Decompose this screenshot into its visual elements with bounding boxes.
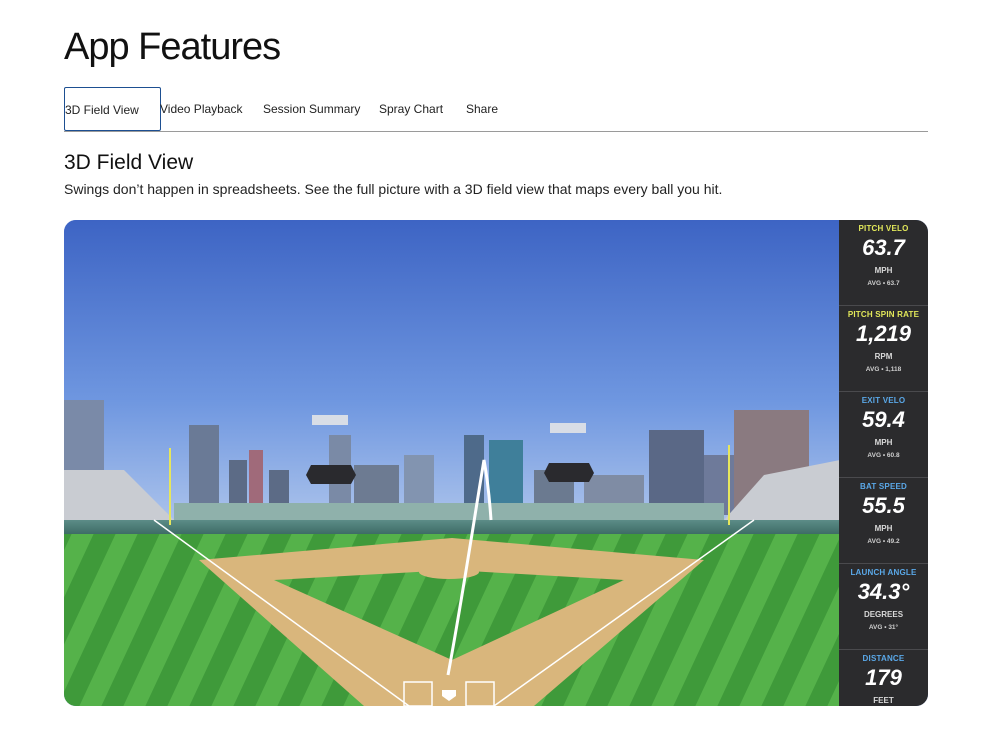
stat-label: DISTANCE: [862, 654, 905, 663]
stat-unit: RPM: [874, 352, 893, 361]
stat-average: AVG • 63.7: [867, 280, 900, 287]
tab-3d-field-view[interactable]: 3D Field View: [64, 87, 161, 131]
feature-tabs: 3D Field View Video Playback Session Sum…: [64, 87, 928, 132]
stat-unit: MPH: [874, 438, 893, 447]
stat-unit: MPH: [874, 266, 893, 275]
outfield-wall: [64, 520, 840, 534]
stat-value: 179: [865, 665, 902, 690]
stat-value: 59.4: [862, 407, 905, 432]
stat-value: 34.3°: [857, 579, 910, 604]
stat-value: 1,219: [855, 321, 912, 346]
tab-video-playback[interactable]: Video Playback: [160, 87, 243, 131]
stat-unit: FEET: [873, 696, 894, 705]
stat-launch-angle: LAUNCH ANGLE 34.3° DEGREES AVG • 31°: [839, 564, 928, 650]
stat-exit-velo: EXIT VELO 59.4 MPH AVG • 60.8: [839, 392, 928, 478]
stat-label: PITCH VELO: [858, 224, 909, 233]
stats-panel: PITCH VELO 63.7 MPH AVG • 63.7 PITCH SPI…: [839, 220, 928, 706]
tab-spray-chart[interactable]: Spray Chart: [379, 87, 443, 131]
stat-average: AVG • 1,118: [865, 366, 902, 373]
tab-share[interactable]: Share: [466, 87, 498, 131]
stat-pitch-spin-rate: PITCH SPIN RATE 1,219 RPM AVG • 1,118: [839, 306, 928, 392]
stat-pitch-velo: PITCH VELO 63.7 MPH AVG • 63.7: [839, 220, 928, 306]
stat-label: BAT SPEED: [860, 482, 907, 491]
field-view-viewer[interactable]: PITCH VELO 63.7 MPH AVG • 63.7 PITCH SPI…: [64, 220, 928, 706]
baseball-field-scene: [64, 220, 840, 706]
stat-value: 55.5: [862, 493, 905, 518]
stat-label: LAUNCH ANGLE: [850, 568, 917, 577]
stat-unit: MPH: [874, 524, 893, 533]
stat-value: 63.7: [862, 235, 905, 260]
stat-label: EXIT VELO: [861, 396, 906, 405]
stat-distance: DISTANCE 179 FEET: [839, 650, 928, 706]
stat-bat-speed: BAT SPEED 55.5 MPH AVG • 49.2: [839, 478, 928, 564]
section-heading: 3D Field View: [64, 151, 194, 174]
stat-label: PITCH SPIN RATE: [847, 310, 920, 319]
page-title: App Features: [64, 26, 281, 68]
pitchers-mound: [419, 565, 479, 579]
stat-average: AVG • 60.8: [867, 452, 900, 459]
stat-average: AVG • 31°: [868, 624, 899, 631]
section-description: Swings don’t happen in spreadsheets. See…: [64, 181, 723, 197]
tab-session-summary[interactable]: Session Summary: [263, 87, 360, 131]
stat-average: AVG • 49.2: [867, 538, 900, 545]
stat-unit: DEGREES: [863, 610, 904, 619]
